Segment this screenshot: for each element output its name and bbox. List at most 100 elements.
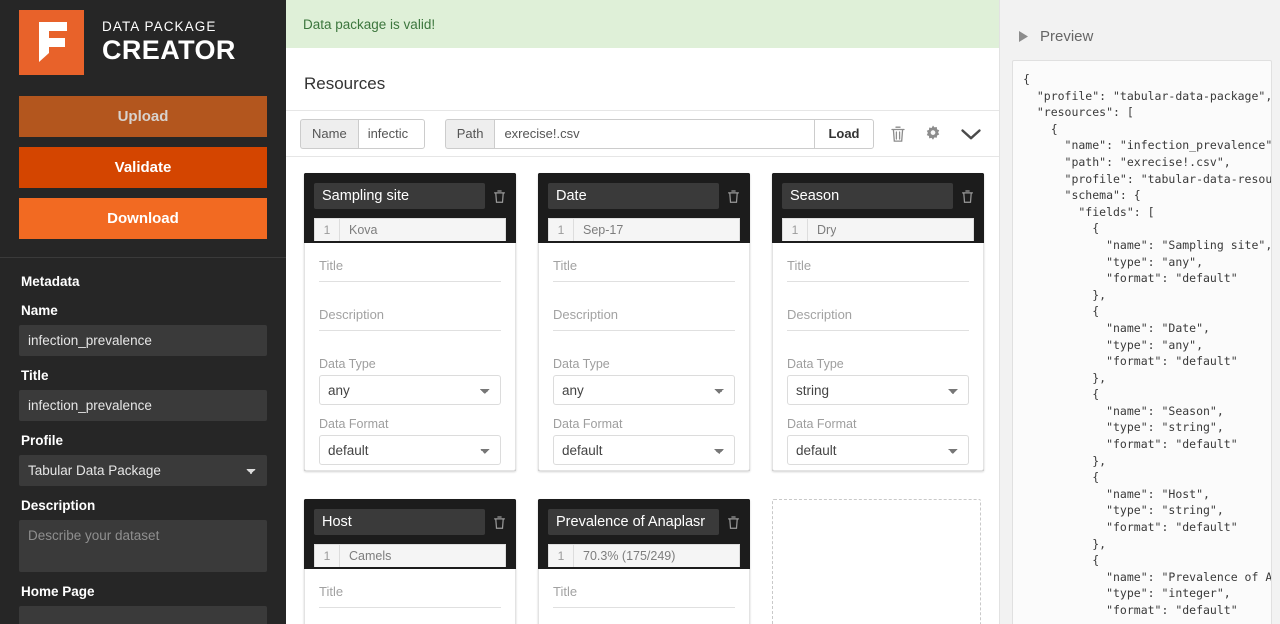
gear-icon[interactable] (924, 125, 942, 143)
field-description-input[interactable] (319, 304, 501, 331)
preview-json-box: { "profile": "tabular-data-package", "re… (1012, 60, 1272, 624)
field-sample-index: 1 (549, 545, 574, 567)
resource-path-addon: Path (444, 118, 495, 149)
delete-field-icon[interactable] (493, 189, 506, 204)
field-card-form: Data Type any Data Format default (538, 243, 750, 471)
field-datatype-label: Data Type (319, 357, 376, 371)
field-name-input[interactable] (314, 183, 485, 209)
preview-panel: Preview { "profile": "tabular-data-packa… (1000, 0, 1280, 624)
field-sample-value: 70.3% (175/249) (583, 549, 676, 563)
resource-toolbar: Name Path Load (286, 110, 999, 157)
f-letter-logo-icon (19, 9, 84, 75)
brand-subtitle: DATA PACKAGE (102, 19, 217, 35)
main-panel: Data package is valid! Resources Name Pa… (286, 0, 1000, 624)
add-field-placeholder[interactable] (772, 499, 981, 624)
field-description-input[interactable] (787, 304, 969, 331)
resource-path-input[interactable] (494, 118, 815, 149)
field-name-input[interactable] (314, 509, 485, 535)
metadata-profile-select[interactable]: Tabular Data Package (19, 455, 267, 486)
field-datatype-select[interactable]: string (787, 375, 969, 405)
field-title-input[interactable] (787, 255, 969, 282)
field-dataformat-label: Data Format (787, 417, 857, 431)
field-datatype-select[interactable]: any (319, 375, 501, 405)
field-title-input[interactable] (553, 255, 735, 282)
metadata-homepage-label: Home Page (21, 584, 95, 599)
field-sample-value: Camels (349, 549, 392, 563)
metadata-description-label: Description (21, 498, 96, 513)
field-card: 1 Camels Data Type string Data Format (304, 499, 516, 624)
resource-name-input[interactable] (357, 118, 425, 149)
field-description-input[interactable] (553, 304, 735, 331)
chevron-down-icon[interactable] (960, 127, 982, 141)
resource-path-group: Path Load (444, 118, 874, 149)
triangle-right-icon[interactable] (1018, 30, 1029, 43)
fields-area: 1 Kova Data Type any Data Format (286, 157, 999, 624)
resource-icon-group (890, 125, 982, 143)
field-datatype-label: Data Type (787, 357, 844, 371)
field-card-header (538, 499, 750, 544)
field-sample-index: 1 (315, 219, 340, 241)
delete-field-icon[interactable] (727, 515, 740, 530)
brand-title: CREATOR (102, 34, 236, 65)
field-card-header (304, 499, 516, 544)
field-dataformat-label: Data Format (553, 417, 623, 431)
field-name-input[interactable] (548, 183, 719, 209)
field-card: 1 Dry Data Type string Data Format (772, 173, 984, 471)
field-sample-index: 1 (315, 545, 340, 567)
field-sample-row: 1 Sep-17 (548, 218, 740, 241)
trash-icon[interactable] (890, 125, 906, 143)
field-dataformat-select[interactable]: default (319, 435, 501, 465)
preview-json-content: { "profile": "tabular-data-package", "re… (1023, 72, 1272, 617)
field-card-row: 1 Kova Data Type any Data Format (286, 173, 999, 485)
metadata-homepage-input[interactable] (19, 606, 267, 624)
field-card: 1 70.3% (175/249) Data Type integer Data… (538, 499, 750, 624)
field-sample-row: 1 Dry (782, 218, 974, 241)
metadata-name-label: Name (21, 303, 58, 318)
download-button[interactable]: Download (19, 198, 267, 239)
upload-button[interactable]: Upload (19, 96, 267, 137)
field-title-input[interactable] (553, 581, 735, 608)
field-card: 1 Kova Data Type any Data Format (304, 173, 516, 471)
validate-button[interactable]: Validate (19, 147, 267, 188)
metadata-description-textarea[interactable] (19, 520, 267, 572)
preview-header[interactable]: Preview (1000, 0, 1280, 52)
sidebar-actions: Upload Validate Download (0, 74, 286, 239)
field-datatype-select[interactable]: any (553, 375, 735, 405)
field-card-header (772, 173, 984, 218)
metadata-title-input[interactable] (19, 390, 267, 421)
field-sample-index: 1 (549, 219, 574, 241)
field-card-header (304, 173, 516, 218)
metadata-name-input[interactable] (19, 325, 267, 356)
metadata-section-title: Metadata (21, 274, 80, 289)
field-card-form: Data Type integer Data Format default (538, 569, 750, 624)
field-card: 1 Sep-17 Data Type any Data Format (538, 173, 750, 471)
field-sample-row: 1 Kova (314, 218, 506, 241)
field-card-form: Data Type any Data Format default (304, 243, 516, 471)
field-dataformat-select[interactable]: default (553, 435, 735, 465)
field-sample-row: 1 70.3% (175/249) (548, 544, 740, 567)
resource-name-addon: Name (300, 118, 358, 149)
field-title-input[interactable] (319, 255, 501, 282)
metadata-title-label: Title (21, 368, 49, 383)
field-dataformat-label: Data Format (319, 417, 389, 431)
field-name-input[interactable] (782, 183, 953, 209)
brand-header: DATA PACKAGE CREATOR (0, 0, 286, 75)
load-button[interactable]: Load (814, 118, 874, 149)
field-name-input[interactable] (548, 509, 719, 535)
field-sample-value: Dry (817, 223, 837, 237)
field-sample-row: 1 Camels (314, 544, 506, 567)
field-datatype-label: Data Type (553, 357, 610, 371)
delete-field-icon[interactable] (961, 189, 974, 204)
sidebar: DATA PACKAGE CREATOR Upload Validate Dow… (0, 0, 286, 624)
delete-field-icon[interactable] (727, 189, 740, 204)
field-dataformat-select[interactable]: default (787, 435, 969, 465)
delete-field-icon[interactable] (493, 515, 506, 530)
field-title-input[interactable] (319, 581, 501, 608)
field-card-form: Data Type string Data Format default (772, 243, 984, 471)
